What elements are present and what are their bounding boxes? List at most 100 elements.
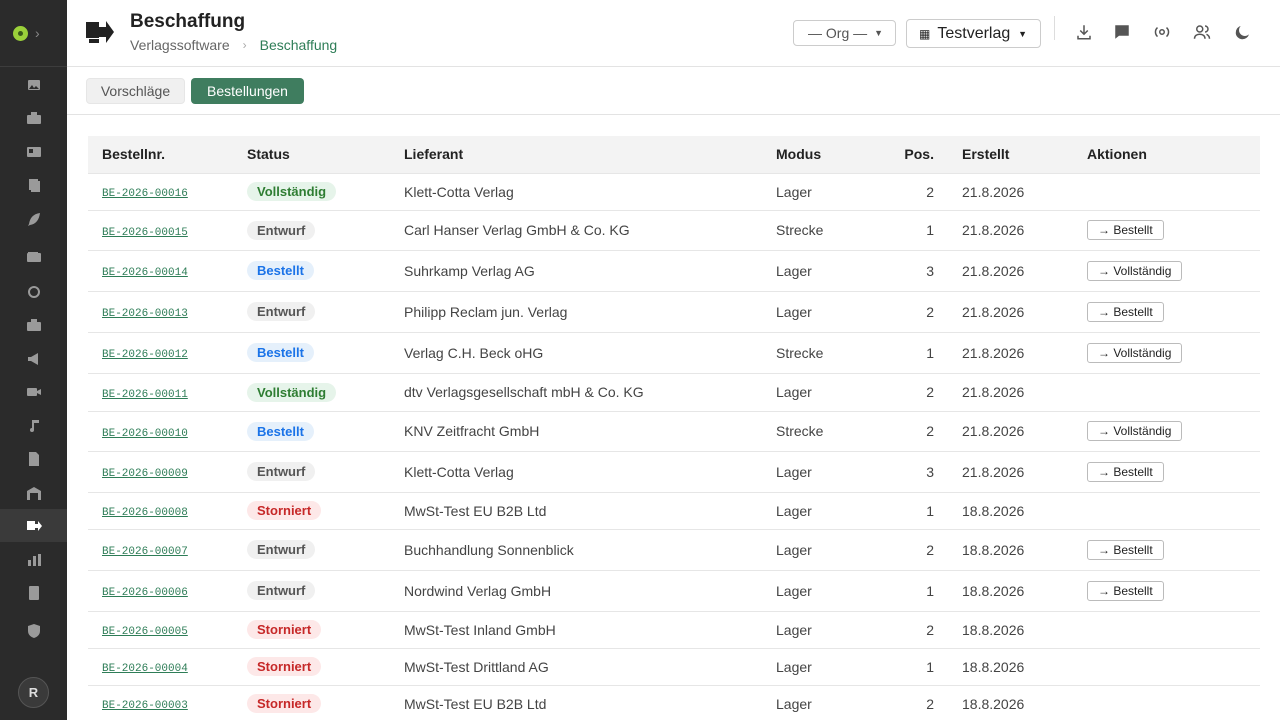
sidebar-item-id-card[interactable] (0, 135, 67, 168)
status-cell: Entwurf (247, 528, 404, 570)
order-id-link[interactable]: BE-2026-00016 (102, 188, 188, 200)
megaphone-icon (27, 352, 38, 365)
status-badge: Storniert (247, 657, 322, 676)
column-header-positions[interactable]: Pos. (874, 136, 934, 173)
sidebar-item-wallet[interactable] (0, 240, 67, 273)
sidebar-item-image[interactable] (0, 68, 67, 101)
sidebar-item-sync[interactable] (0, 275, 67, 308)
actions-cell: → Bestellt (1087, 450, 1260, 492)
column-header-actions: Aktionen (1087, 136, 1260, 173)
broadcast-icon[interactable] (1152, 22, 1172, 42)
document-icon (28, 451, 39, 466)
supplier-cell: dtv Verlagsgesellschaft mbH & Co. KG (404, 372, 776, 411)
sidebar-item-feather[interactable] (0, 202, 67, 235)
order-id-link[interactable]: BE-2026-00007 (102, 546, 188, 558)
positions-cell: 1 (874, 569, 934, 611)
actions-cell: → Bestellt (1087, 290, 1260, 332)
caret-down-icon: ▼ (1018, 28, 1027, 39)
tab-vorschlaege[interactable]: Vorschläge (86, 78, 185, 104)
advance-status-button[interactable]: → Bestellt (1087, 220, 1164, 240)
building-icon: ▦ (919, 26, 931, 41)
order-id-link[interactable]: BE-2026-00005 (102, 626, 188, 638)
sidebar-item-briefcase[interactable] (0, 101, 67, 134)
supplier-cell: MwSt-Test EU B2B Ltd (404, 684, 776, 720)
order-id-link[interactable]: BE-2026-00009 (102, 468, 188, 480)
column-header-id[interactable]: Bestellnr. (88, 136, 247, 173)
sidebar-item-document[interactable] (0, 442, 67, 475)
order-id-link[interactable]: BE-2026-00012 (102, 349, 188, 361)
mode-cell: Lager (776, 450, 874, 492)
header-divider (1054, 16, 1055, 40)
status-badge: Entwurf (247, 462, 316, 481)
order-id-link[interactable]: BE-2026-00008 (102, 507, 188, 519)
sidebar-item-suitcase[interactable] (0, 308, 67, 341)
advance-status-button[interactable]: → Vollständig (1087, 342, 1183, 363)
status-cell: Bestellt (247, 410, 404, 451)
avatar[interactable]: R (18, 677, 49, 708)
sidebar-item-shield[interactable] (0, 614, 67, 647)
status-badge: Storniert (247, 620, 322, 639)
id-card-icon (26, 146, 41, 157)
status-cell: Entwurf (247, 450, 404, 492)
users-icon[interactable] (1192, 22, 1212, 42)
column-header-mode[interactable]: Modus (776, 136, 874, 173)
sidebar-item-megaphone[interactable] (0, 342, 67, 375)
advance-status-button[interactable]: → Bestellt (1087, 580, 1164, 601)
mode-cell: Lager (776, 569, 874, 611)
order-id-link[interactable]: BE-2026-00015 (102, 227, 188, 239)
sidebar-item-procurement[interactable] (0, 509, 67, 542)
sidebar-item-bar-chart[interactable] (0, 543, 67, 576)
order-id-link[interactable]: BE-2026-00013 (102, 308, 188, 320)
chevron-right-icon[interactable]: › (35, 25, 40, 41)
sidebar-item-book-stack[interactable] (0, 168, 67, 201)
created-cell: 18.8.2026 (962, 610, 1087, 648)
status-cell: Storniert (247, 610, 404, 648)
created-cell: 18.8.2026 (962, 528, 1087, 570)
mode-cell: Lager (776, 491, 874, 529)
column-header-supplier[interactable]: Lieferant (404, 136, 776, 173)
table-row: BE-2026-00008 Storniert MwSt-Test EU B2B L… (88, 491, 1260, 529)
tab-bestellungen[interactable]: Bestellungen (191, 78, 304, 104)
order-id-link[interactable]: BE-2026-00003 (102, 700, 188, 712)
status-badge: Entwurf (247, 540, 316, 559)
column-header-status[interactable]: Status (247, 136, 404, 173)
org-select[interactable]: — Org — ▼ (793, 20, 896, 46)
order-id-link[interactable]: BE-2026-00014 (102, 267, 188, 279)
column-header-created[interactable]: Erstellt (962, 136, 1087, 173)
order-id-cell: BE-2026-00012 (88, 331, 247, 373)
sidebar-item-warehouse[interactable] (0, 476, 67, 509)
orders-table: Bestellnr. Status Lieferant Modus Pos. E… (88, 136, 1260, 720)
logo-icon[interactable] (13, 26, 28, 41)
sidebar-item-music-note[interactable] (0, 409, 67, 442)
order-id-link[interactable]: BE-2026-00004 (102, 663, 188, 675)
page-header: Beschaffung Verlagssoftware › Beschaffun… (67, 0, 1280, 67)
positions-cell: 2 (874, 528, 934, 570)
status-badge: Bestellt (247, 421, 314, 441)
order-id-link[interactable]: BE-2026-00010 (102, 428, 188, 440)
advance-status-button[interactable]: → Vollständig (1087, 421, 1183, 441)
breadcrumb-item-root[interactable]: Verlagssoftware (130, 37, 230, 53)
sidebar-item-video[interactable] (0, 375, 67, 408)
advance-status-button[interactable]: → Vollständig (1087, 260, 1183, 281)
positions-cell: 1 (874, 491, 934, 529)
publisher-select[interactable]: ▦ Testverlag ▼ (906, 19, 1041, 48)
positions-cell: 2 (874, 290, 934, 332)
order-id-link[interactable]: BE-2026-00011 (102, 389, 188, 401)
chat-icon[interactable] (1112, 22, 1132, 42)
advance-status-button[interactable]: → Bestellt (1087, 539, 1164, 560)
order-id-link[interactable]: BE-2026-00006 (102, 587, 188, 599)
sidebar-item-ledger[interactable] (0, 576, 67, 609)
feather-icon (27, 212, 40, 226)
mode-cell: Lager (776, 647, 874, 685)
download-icon[interactable] (1074, 22, 1094, 42)
breadcrumb: Verlagssoftware › Beschaffung (130, 37, 337, 53)
table-row: BE-2026-00004 Storniert MwSt-Test Drittlan… (88, 647, 1260, 685)
supplier-cell: Carl Hanser Verlag GmbH & Co. KG (404, 209, 776, 250)
advance-status-button[interactable]: → Bestellt (1087, 301, 1164, 322)
advance-status-button[interactable]: → Bestellt (1087, 461, 1164, 482)
moon-icon[interactable] (1233, 22, 1253, 42)
column-spacer (934, 136, 962, 173)
order-id-cell: BE-2026-00007 (88, 528, 247, 570)
status-badge: Entwurf (247, 581, 316, 600)
status-badge: Vollständig (247, 382, 337, 402)
